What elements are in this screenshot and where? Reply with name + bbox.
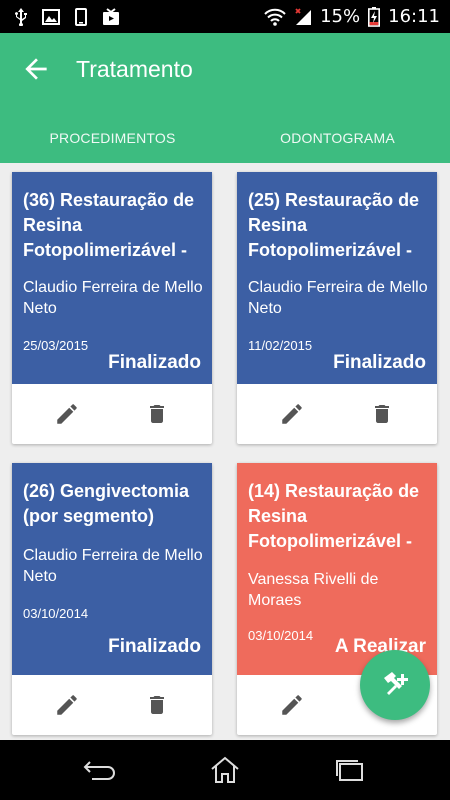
doctor-name: Claudio Ferreira de Mello Neto	[248, 279, 428, 317]
doctor-name: Claudio Ferreira de Mello Neto	[23, 547, 203, 585]
tab-odontograma[interactable]: ODONTOGRAMA	[225, 113, 450, 163]
status-label: Finalizado	[108, 352, 201, 373]
back-icon	[83, 761, 115, 780]
app-bar: Tratamento PROCEDIMENTOS ODONTOGRAMA	[0, 33, 450, 163]
clock: 16:11	[388, 6, 440, 27]
video-icon	[102, 7, 120, 26]
tools-add-icon	[384, 672, 408, 695]
procedure-title: (26) Gengivectomia (por segmento)	[23, 481, 190, 526]
arrow-back-icon	[25, 58, 47, 80]
pencil-icon	[57, 404, 77, 424]
procedure-card[interactable]: (25) Restauração de Resina Fotopolimeriz…	[237, 172, 437, 444]
card-actions	[12, 384, 212, 444]
procedure-title: (36) Restauração de Resina Fotopolimeriz…	[23, 190, 195, 260]
usb-icon	[12, 7, 30, 26]
edit-button[interactable]	[53, 691, 81, 719]
system-icons: 15% 16:11	[264, 6, 450, 27]
status-label: Finalizado	[333, 352, 426, 373]
procedure-date: 25/03/2015	[23, 338, 89, 353]
card-actions	[237, 384, 437, 444]
procedure-date: 11/02/2015	[248, 338, 313, 353]
pencil-icon	[282, 404, 302, 424]
image-icon	[42, 8, 60, 26]
procedure-card[interactable]: (26) Gengivectomia (por segmento) Claudi…	[12, 463, 212, 735]
procedure-card[interactable]: (36) Restauração de Resina Fotopolimeriz…	[12, 172, 212, 444]
pencil-icon	[57, 695, 77, 715]
edit-button[interactable]	[53, 400, 81, 428]
delete-button[interactable]	[143, 691, 171, 719]
battery-charging-icon	[368, 6, 381, 27]
tab-bar: PROCEDIMENTOS ODONTOGRAMA	[0, 113, 450, 163]
tab-procedimentos[interactable]: PROCEDIMENTOS	[0, 113, 225, 163]
nav-recents-button[interactable]	[330, 755, 370, 785]
delete-button[interactable]	[143, 400, 171, 428]
trash-icon	[150, 405, 164, 423]
wifi-icon	[264, 8, 286, 26]
procedure-date: 03/10/2014	[248, 628, 314, 643]
card-actions	[12, 675, 212, 735]
battery-percent: 15%	[320, 6, 361, 27]
trash-icon	[375, 405, 389, 423]
edit-button[interactable]	[278, 400, 306, 428]
status-bar: 15% 16:11	[0, 0, 450, 33]
tab-label: ODONTOGRAMA	[280, 130, 395, 146]
signal-icon	[294, 7, 312, 26]
card-header: (26) Gengivectomia (por segmento) Claudi…	[12, 463, 212, 675]
home-icon	[211, 756, 239, 783]
doctor-name: Claudio Ferreira de Mello Neto	[23, 279, 203, 317]
doctor-name: Vanessa Rivelli de Moraes	[248, 571, 379, 609]
card-header: (36) Restauração de Resina Fotopolimeriz…	[12, 172, 212, 384]
notification-icons	[0, 7, 120, 26]
delete-button[interactable]	[368, 400, 396, 428]
nav-back-button[interactable]	[80, 755, 120, 785]
back-button[interactable]	[20, 53, 52, 85]
card-header: (14) Restauração de Resina Fotopolimeriz…	[237, 463, 437, 675]
page-title: Tratamento	[76, 56, 193, 82]
nav-home-button[interactable]	[205, 755, 245, 785]
edit-button[interactable]	[278, 691, 306, 719]
phone-icon	[72, 7, 90, 26]
recent-apps-icon	[336, 760, 363, 781]
tab-label: PROCEDIMENTOS	[49, 130, 176, 146]
procedure-date: 03/10/2014	[23, 606, 89, 621]
trash-icon	[150, 696, 164, 714]
add-procedure-fab[interactable]	[360, 650, 430, 720]
status-label: Finalizado	[108, 636, 201, 657]
navigation-bar	[0, 740, 450, 800]
card-header: (25) Restauração de Resina Fotopolimeriz…	[237, 172, 437, 384]
procedure-title: (25) Restauração de Resina Fotopolimeriz…	[248, 190, 420, 260]
procedure-title: (14) Restauração de Resina Fotopolimeriz…	[248, 481, 420, 551]
pencil-icon	[282, 695, 302, 715]
